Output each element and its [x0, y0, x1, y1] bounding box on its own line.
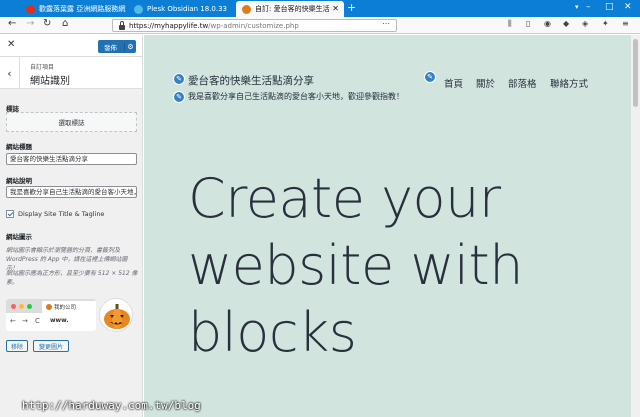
tagline-input[interactable]: 我是喜歡分享自己生活點滴的愛台客小天地，歡迎參觀指教！ — [6, 186, 137, 198]
preview-toolbar: ← → C www. — [6, 313, 96, 331]
tab-3-active[interactable]: 自訂: 愛台客的快樂生活點滴分享 ✕ — [236, 1, 344, 17]
publish-button[interactable]: 發佈 ⚙ — [98, 40, 136, 53]
preview-forward-icon: → — [22, 317, 28, 325]
tab-list-icon[interactable]: ▾ — [575, 3, 579, 11]
display-title-checkbox-row[interactable]: Display Site Title & Tagline — [6, 210, 104, 218]
menu-item-blog[interactable]: 部落格 — [508, 76, 537, 90]
reload-icon[interactable]: ↻ — [43, 18, 51, 29]
preview-back-icon: ← — [10, 317, 16, 325]
browser-toolbar: ← → ↻ ⌂ https://myhappylife.tw /wp-admin… — [0, 17, 640, 34]
back-arrow-icon[interactable]: ‹ — [0, 57, 20, 89]
edit-title-icon[interactable]: ✎ — [173, 73, 185, 85]
breadcrumb: 自訂項目 — [30, 64, 55, 71]
customizer-header: ✕ 發佈 ⚙ — [0, 35, 142, 57]
site-title-label: 網站標題 — [6, 143, 32, 151]
menu-item-about[interactable]: 關於 — [476, 76, 495, 90]
hero-line-1: Create your — [188, 167, 501, 230]
back-icon[interactable]: ← — [8, 18, 16, 29]
remove-button[interactable]: 移除 — [6, 340, 28, 352]
tab-title: Plesk Obsidian 18.0.33 — [147, 5, 228, 13]
pumpkin-mini-icon — [46, 304, 52, 310]
hero-line-3: blocks — [188, 301, 357, 364]
new-tab-button[interactable]: + — [347, 1, 356, 14]
tab-1[interactable]: 歡露落葉露 亞洲網路服務網站... — [20, 1, 126, 17]
minimize-icon[interactable]: – — [586, 2, 591, 12]
hero-heading: Create your website with blocks — [188, 165, 628, 366]
preview-reload-icon: C — [35, 317, 40, 325]
site-favicon-icon — [26, 4, 35, 14]
site-preview-frame[interactable]: ✎ 愛台客的快樂生活點滴分享 ✎ 我是喜歡分享自己生活點滴的愛台客小天地，歡迎參… — [144, 35, 640, 417]
select-logo-button[interactable]: 選取標誌 — [6, 112, 137, 132]
account-icon[interactable]: ◉ — [544, 19, 551, 28]
home-icon[interactable]: ⌂ — [62, 18, 68, 29]
hero-line-2: website with — [188, 234, 523, 297]
tab-title: 自訂: 愛台客的快樂生活點滴分享 — [255, 5, 330, 13]
gear-icon[interactable]: ⚙ — [124, 42, 136, 51]
preview-tab-title: 我的公司 — [54, 305, 77, 311]
more-dots-icon[interactable]: ⋯ — [382, 19, 390, 28]
edit-tagline-icon[interactable]: ✎ — [173, 91, 185, 103]
lock-icon — [118, 21, 126, 30]
site-title-input[interactable]: 愛台客的快樂生活點滴分享 — [6, 153, 137, 165]
site-icon-size-hint: 網站圖示應為正方形，且至少要有 512 × 512 像素。 — [6, 270, 138, 286]
publish-label: 發佈 — [104, 43, 117, 52]
pumpkin-site-icon — [99, 298, 133, 332]
extension-icon[interactable]: ◆ — [563, 19, 569, 28]
pumpkin-favicon-icon — [242, 4, 251, 14]
close-icon[interactable]: ✕ — [7, 39, 15, 50]
tagline-label: 網站說明 — [6, 177, 32, 185]
page-scrollbar[interactable] — [631, 35, 640, 417]
preview-tab: 我的公司 — [42, 301, 96, 313]
change-image-button[interactable]: 變更圖片 — [33, 340, 69, 352]
site-icon-label: 網站圖示 — [6, 233, 32, 241]
library-icon[interactable]: ⫼ — [508, 19, 512, 29]
tab-title: 歡露落葉露 亞洲網路服務網站... — [39, 5, 126, 13]
site-title[interactable]: 愛台客的快樂生活點滴分享 — [188, 73, 314, 88]
green-dot-icon — [27, 304, 32, 309]
sidebar-icon[interactable]: ▯ — [526, 19, 530, 28]
display-title-label: Display Site Title & Tagline — [18, 210, 105, 218]
section-header: ‹ 自訂項目 網站識別 — [0, 57, 142, 89]
maximize-icon[interactable]: □ — [605, 2, 614, 12]
puzzle-icon[interactable]: ✦ — [602, 19, 609, 28]
plesk-favicon-icon — [134, 4, 143, 14]
scrollbar-thumb[interactable] — [633, 39, 638, 107]
menu-item-home[interactable]: 首頁 — [444, 76, 463, 90]
shield-icon[interactable]: ◈ — [582, 19, 588, 28]
url-path: /wp-admin/customize.php — [208, 21, 299, 30]
tab-2[interactable]: Plesk Obsidian 18.0.33 — [128, 1, 234, 17]
site-icon-browser-preview: 我的公司 ← → C www. — [6, 299, 96, 331]
site-tagline: 我是喜歡分享自己生活點滴的愛台客小天地，歡迎參觀指教！ — [188, 92, 404, 101]
browser-tab-bar: 歡露落葉露 亞洲網路服務網站... Plesk Obsidian 18.0.33… — [0, 0, 640, 17]
section-title: 網站識別 — [30, 76, 70, 87]
close-window-icon[interactable]: ✕ — [624, 2, 632, 12]
yellow-dot-icon — [19, 304, 24, 309]
preview-url: www. — [50, 317, 69, 324]
forward-icon[interactable]: → — [26, 18, 34, 29]
menu-icon[interactable]: ≡ — [622, 19, 629, 28]
customizer-sidebar: ✕ 發佈 ⚙ ‹ 自訂項目 網站識別 — [0, 35, 143, 417]
checkbox-checked[interactable] — [6, 210, 14, 218]
url-domain: https://myhappylife.tw — [129, 21, 209, 30]
close-tab-icon[interactable]: ✕ — [332, 4, 339, 13]
url-bar[interactable]: https://myhappylife.tw /wp-admin/customi… — [112, 19, 397, 32]
red-dot-icon — [11, 304, 16, 309]
menu-item-contact[interactable]: 聯絡方式 — [550, 76, 588, 90]
edit-menu-icon[interactable]: ✎ — [424, 71, 436, 83]
watermark-text: http://harduway.com.tw/blog — [22, 399, 201, 412]
